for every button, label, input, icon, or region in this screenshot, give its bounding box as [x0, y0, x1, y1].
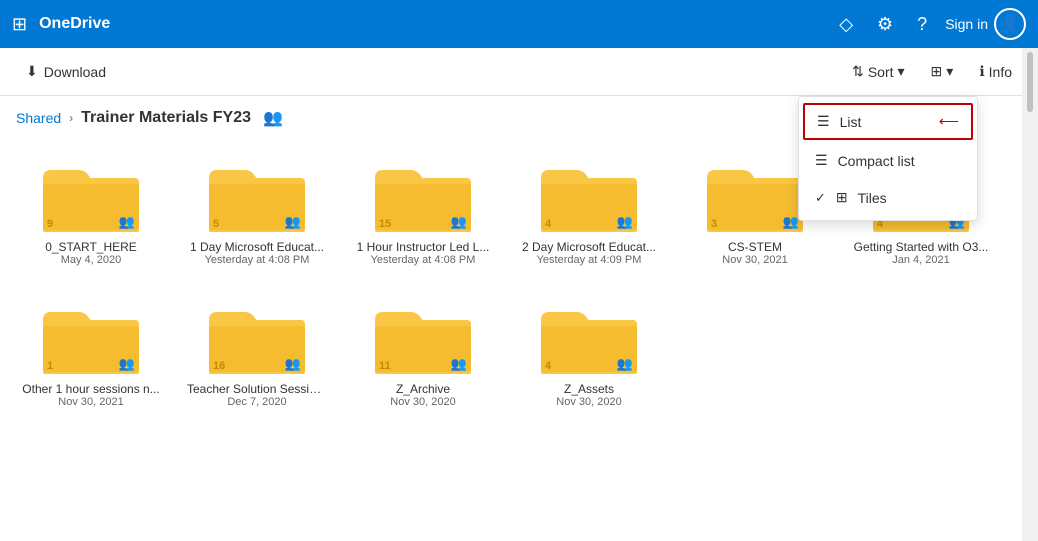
folder-item[interactable]: 15 👥 1 Hour Instructor Led L... Yesterda… [348, 148, 498, 274]
view-chevron-icon: ▾ [946, 63, 953, 80]
folder-people-icon: 👥 [285, 356, 301, 372]
compact-list-icon: ☰ [815, 152, 828, 169]
folder-icon: 4 👥 [539, 156, 639, 236]
view-button[interactable]: ⊞ ▾ [923, 57, 962, 86]
folder-item[interactable]: 16 👥 Teacher Solution Session... Dec 7, … [182, 290, 332, 416]
view-tiles-option[interactable]: ✓ ⊞ Tiles [799, 179, 977, 216]
folder-item[interactable]: 11 👥 Z_Archive Nov 30, 2020 [348, 290, 498, 416]
sign-in-button[interactable]: Sign in 👤 [945, 8, 1026, 40]
folder-name: Z_Assets [564, 382, 614, 396]
folder-date: Yesterday at 4:09 PM [537, 254, 642, 266]
breadcrumb-shared[interactable]: Shared [16, 110, 61, 126]
folder-name: Teacher Solution Session... [187, 382, 327, 396]
folder-date: Jan 4, 2021 [892, 254, 950, 266]
download-icon: ⬇ [26, 63, 38, 80]
tiles-label: Tiles [858, 190, 887, 206]
folder-name: Other 1 hour sessions n... [22, 382, 159, 396]
info-button[interactable]: ℹ Info [969, 57, 1022, 86]
folder-item[interactable]: 9 👥 0_START_HERE May 4, 2020 [16, 148, 166, 274]
folder-icon: 15 👥 [373, 156, 473, 236]
folder-date: May 4, 2020 [61, 254, 122, 266]
avatar: 👤 [994, 8, 1026, 40]
list-label: List [840, 114, 862, 130]
folder-date: Yesterday at 4:08 PM [371, 254, 476, 266]
folder-count: 9 [47, 218, 53, 230]
folder-date: Nov 30, 2021 [722, 254, 787, 266]
folder-name: 1 Hour Instructor Led L... [357, 240, 490, 254]
folder-date: Yesterday at 4:08 PM [205, 254, 310, 266]
folder-name: CS-STEM [728, 240, 782, 254]
sort-button[interactable]: ⇅ Sort ▾ [842, 57, 914, 86]
folder-count: 1 [47, 360, 53, 372]
folder-name: 0_START_HERE [45, 240, 137, 254]
info-label: Info [989, 64, 1012, 80]
breadcrumb-separator: › [69, 111, 73, 125]
folder-count: 4 [545, 360, 551, 372]
folder-people-icon: 👥 [617, 214, 633, 230]
checkmark-icon: ✓ [815, 190, 826, 206]
folder-icon: 11 👥 [373, 298, 473, 378]
scroll-thumb[interactable] [1027, 52, 1033, 112]
folder-people-icon: 👥 [451, 214, 467, 230]
compact-list-label: Compact list [838, 153, 915, 169]
folder-name: 2 Day Microsoft Educat... [522, 240, 656, 254]
folder-name: Z_Archive [396, 382, 450, 396]
folder-icon: 1 👥 [41, 298, 141, 378]
app-name: OneDrive [39, 15, 110, 33]
folder-people-icon: 👥 [451, 356, 467, 372]
folder-icon: 9 👥 [41, 156, 141, 236]
folder-icon: 4 👥 [539, 298, 639, 378]
folder-date: Nov 30, 2021 [58, 396, 123, 408]
folder-count: 5 [213, 218, 219, 230]
red-arrow-icon: ⟵ [939, 113, 959, 130]
folder-item[interactable]: 1 👥 Other 1 hour sessions n... Nov 30, 2… [16, 290, 166, 416]
list-icon: ☰ [817, 113, 830, 130]
top-nav: ⊞ OneDrive ◇ ⚙ ? Sign in 👤 [0, 0, 1038, 48]
waffle-icon[interactable]: ⊞ [12, 14, 27, 35]
sign-in-label: Sign in [945, 16, 988, 32]
download-label: Download [44, 64, 106, 80]
sort-chevron-icon: ▾ [898, 63, 905, 80]
folder-people-icon: 👥 [119, 356, 135, 372]
view-grid-icon: ⊞ [931, 63, 943, 80]
settings-icon[interactable]: ⚙ [877, 14, 893, 35]
folder-count: 16 [213, 360, 225, 372]
download-button[interactable]: ⬇ Download [16, 57, 116, 86]
info-icon: ℹ [979, 63, 984, 80]
folder-date: Dec 7, 2020 [227, 396, 286, 408]
toolbar: ⬇ Download ⇅ Sort ▾ ⊞ ▾ ℹ Info [0, 48, 1038, 96]
folder-people-icon: 👥 [285, 214, 301, 230]
view-dropdown-menu: ☰ List ⟵ ☰ Compact list ✓ ⊞ Tiles [798, 96, 978, 221]
folder-icon: 5 👥 [207, 156, 307, 236]
folder-name: Getting Started with O3... [854, 240, 989, 254]
folder-item[interactable]: 5 👥 1 Day Microsoft Educat... Yesterday … [182, 148, 332, 274]
folder-people-icon: 👥 [119, 214, 135, 230]
tiles-grid-icon: ⊞ [836, 189, 848, 206]
folder-count: 15 [379, 218, 391, 230]
view-compact-list-option[interactable]: ☰ Compact list [799, 142, 977, 179]
diamond-icon[interactable]: ◇ [839, 14, 853, 35]
sort-label: Sort [868, 64, 894, 80]
folder-item[interactable]: 4 👥 2 Day Microsoft Educat... Yesterday … [514, 148, 664, 274]
scrollbar[interactable] [1022, 48, 1038, 541]
folder-icon: 3 👥 [705, 156, 805, 236]
view-list-option[interactable]: ☰ List ⟵ [803, 103, 973, 140]
folder-date: Nov 30, 2020 [390, 396, 455, 408]
folder-shared-icon: 👥 [263, 108, 283, 128]
help-icon[interactable]: ? [917, 14, 927, 35]
folder-name: 1 Day Microsoft Educat... [190, 240, 324, 254]
folder-people-icon: 👥 [617, 356, 633, 372]
folder-count: 4 [545, 218, 551, 230]
breadcrumb-current-folder: Trainer Materials FY23 [81, 109, 251, 127]
folder-people-icon: 👥 [783, 214, 799, 230]
sort-icon: ⇅ [852, 63, 864, 80]
folder-count: 11 [379, 360, 391, 372]
folder-item[interactable]: 4 👥 Z_Assets Nov 30, 2020 [514, 290, 664, 416]
folder-icon: 16 👥 [207, 298, 307, 378]
folder-date: Nov 30, 2020 [556, 396, 621, 408]
folder-count: 3 [711, 218, 717, 230]
